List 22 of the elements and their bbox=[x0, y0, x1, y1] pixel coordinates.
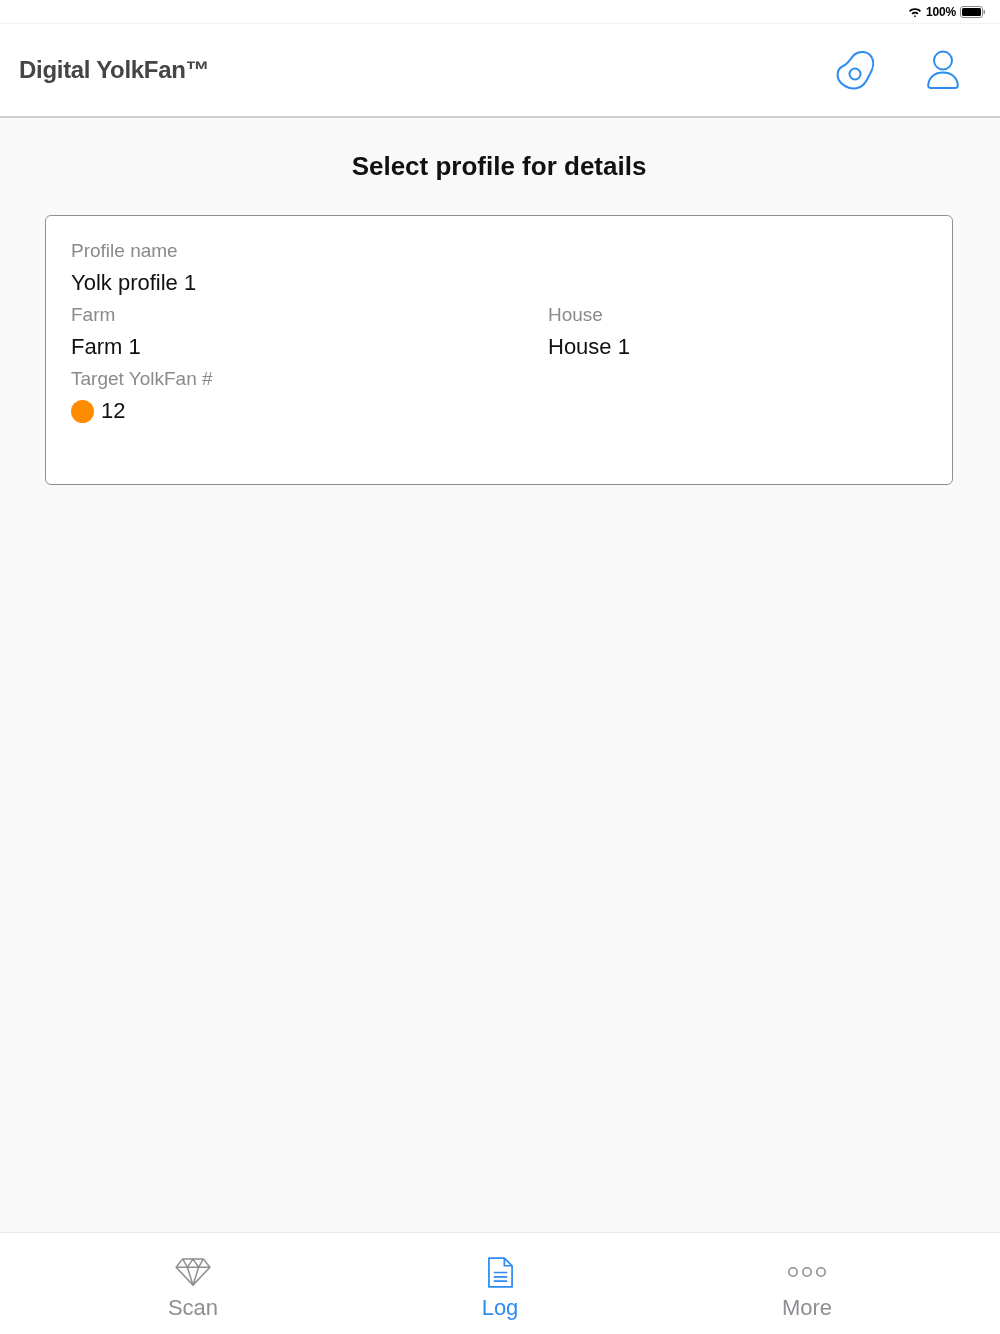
field-value: Farm 1 bbox=[71, 333, 141, 361]
field-value: House 1 bbox=[548, 333, 630, 361]
field-label: Target YolkFan # bbox=[71, 367, 213, 391]
app-title: Digital YolkFan™ bbox=[19, 56, 210, 84]
diamond-icon bbox=[174, 1257, 212, 1287]
page-title: Select profile for details bbox=[350, 151, 648, 181]
fried-egg-icon[interactable] bbox=[835, 50, 875, 90]
field-label: Profile name bbox=[71, 239, 178, 263]
document-icon bbox=[486, 1255, 514, 1289]
profile-card[interactable]: Profile name Yolk profile 1 Farm Farm 1 House House 1 Target YolkFan # 12 bbox=[45, 215, 953, 485]
wifi-icon bbox=[908, 5, 923, 18]
battery-icon bbox=[960, 5, 985, 18]
tab-item[interactable]: Scan bbox=[93, 1233, 293, 1334]
field-value: Yolk profile 1 bbox=[71, 269, 197, 297]
field-label: House bbox=[548, 303, 603, 327]
tab-item[interactable]: Log bbox=[400, 1233, 600, 1334]
more-dots-icon bbox=[787, 1266, 827, 1278]
battery-percentage: 100% bbox=[926, 4, 956, 19]
user-profile-icon[interactable] bbox=[927, 50, 959, 90]
tab-item[interactable]: More bbox=[707, 1233, 907, 1334]
field-value: 12 bbox=[101, 397, 126, 425]
field-label: Farm bbox=[71, 303, 116, 327]
